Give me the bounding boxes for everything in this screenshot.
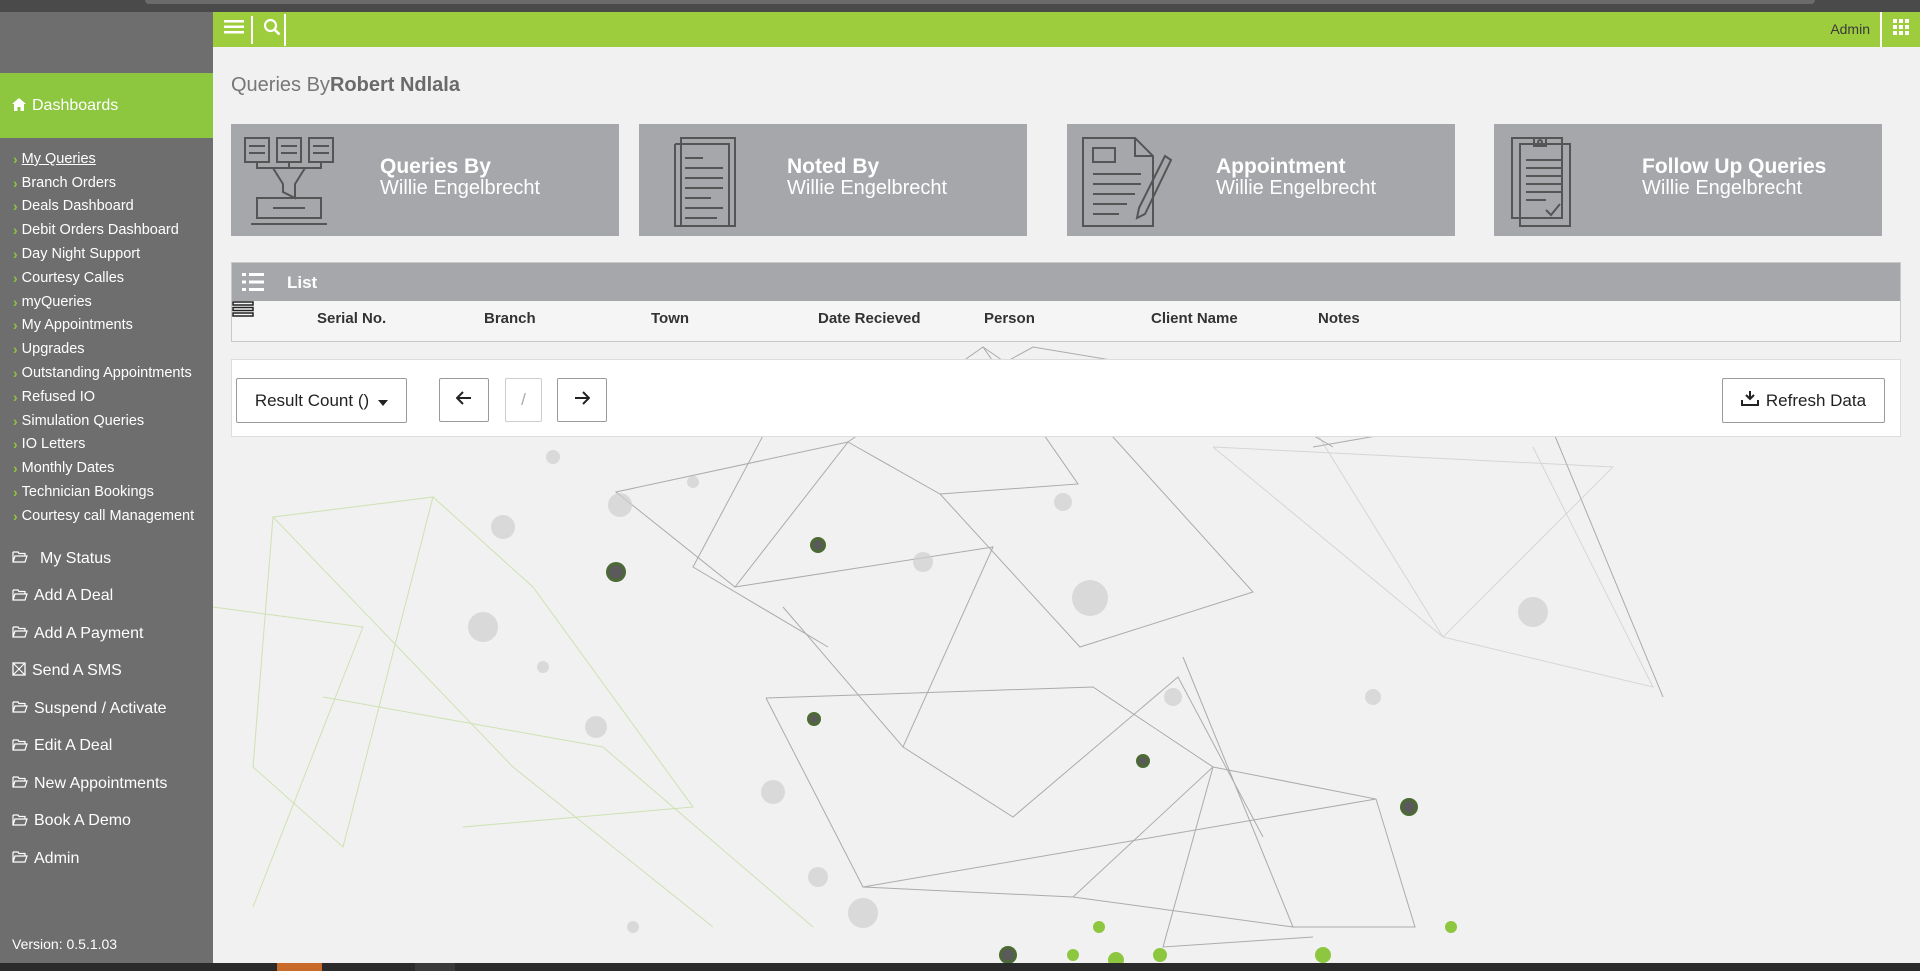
sidebar-item-myqueries[interactable]: › myQueries — [0, 290, 213, 314]
card-follow-up-queries[interactable]: Follow Up Queries Willie Engelbrecht — [1494, 124, 1882, 236]
chevron-right-icon: › — [13, 388, 18, 405]
chevron-right-icon: › — [13, 150, 18, 167]
card-appointment[interactable]: Appointment Willie Engelbrecht — [1067, 124, 1455, 236]
menu-admin[interactable]: Admin — [0, 840, 213, 878]
refresh-data-button[interactable]: Refresh Data — [1722, 378, 1885, 423]
hamburger-icon — [224, 19, 244, 40]
page-indicator: / — [505, 378, 542, 422]
menu-toggle-button[interactable] — [217, 12, 251, 47]
search-icon — [263, 18, 281, 41]
folder-open-icon — [12, 850, 28, 867]
caret-down-icon — [378, 391, 389, 411]
sidebar-item-upgrades[interactable]: › Upgrades — [0, 337, 213, 361]
folder-open-icon — [12, 700, 28, 717]
chevron-right-icon: › — [13, 174, 18, 191]
menu-send-a-sms[interactable]: Send A SMS — [0, 653, 213, 691]
download-tray-icon — [1740, 390, 1759, 411]
chevron-right-icon: › — [13, 365, 18, 382]
folder-open-icon — [12, 550, 28, 567]
document-icon — [651, 136, 749, 228]
dashboards-button[interactable]: Dashboards — [0, 73, 213, 138]
chevron-right-icon: › — [13, 198, 18, 215]
sidebar-item-simulation-queries[interactable]: › Simulation Queries — [0, 409, 213, 433]
sidebar-item-day-night-support[interactable]: › Day Night Support — [0, 242, 213, 266]
menu-book-a-demo[interactable]: Book A Demo — [0, 803, 213, 841]
chevron-right-icon: › — [13, 246, 18, 263]
chevron-right-icon: › — [13, 507, 18, 524]
pagination-bar: Result Count () / Refresh Data — [231, 359, 1901, 437]
sidebar-item-courtesy-call-management[interactable]: › Courtesy call Management — [0, 504, 213, 528]
menu-add-a-payment[interactable]: Add A Payment — [0, 615, 213, 653]
folder-open-icon — [12, 738, 28, 755]
folder-open-icon — [12, 625, 28, 642]
column-toggle-icon[interactable] — [232, 301, 254, 322]
sidebar-item-deals-dashboard[interactable]: › Deals Dashboard — [0, 195, 213, 219]
chevron-right-icon: › — [13, 341, 18, 358]
next-page-button[interactable] — [557, 378, 607, 422]
topbar-divider — [284, 14, 286, 46]
funnel-filter-icon — [243, 136, 341, 228]
list-panel: List Serial No. Branch Town Date Recieve… — [231, 262, 1901, 342]
sidebar-item-branch-orders[interactable]: › Branch Orders — [0, 171, 213, 195]
result-count-dropdown[interactable]: Result Count () — [236, 378, 407, 423]
chevron-right-icon: › — [13, 412, 18, 429]
sidebar-item-my-queries[interactable]: › My Queries — [0, 147, 213, 171]
user-menu[interactable]: Admin — [1830, 21, 1870, 37]
grid-icon — [1893, 19, 1909, 40]
sidebar: Dashboards › My Queries › Branch Orders › D… — [0, 12, 213, 963]
chevron-right-icon: › — [13, 436, 18, 453]
column-header[interactable]: Date Recieved — [818, 310, 921, 327]
column-header[interactable]: Town — [651, 310, 689, 327]
folder-open-icon — [12, 588, 28, 605]
version-label: Version: 0.5.1.03 — [12, 936, 118, 952]
prev-page-button[interactable] — [439, 378, 489, 422]
contract-pen-icon — [1079, 136, 1177, 228]
home-icon — [12, 97, 26, 114]
page-title: Queries ByRobert Ndlala — [231, 74, 460, 96]
apps-button[interactable] — [1880, 12, 1920, 47]
sidebar-item-monthly-dates[interactable]: › Monthly Dates — [0, 456, 213, 480]
menu-edit-a-deal[interactable]: Edit A Deal — [0, 728, 213, 766]
dashboard-submenu: › My Queries › Branch Orders › Deals Dashbo… — [0, 147, 213, 528]
menu-my-status[interactable]: My Status — [0, 540, 213, 578]
chevron-right-icon: › — [13, 222, 18, 239]
sms-icon — [12, 662, 26, 680]
sidebar-item-outstanding-appointments[interactable]: › Outstanding Appointments — [0, 361, 213, 385]
clipboard-check-icon — [1506, 136, 1604, 228]
taskbar-strip — [0, 963, 1920, 971]
card-queries-by[interactable]: Queries By Willie Engelbrecht — [231, 124, 619, 236]
dashboards-label: Dashboards — [32, 96, 119, 114]
chevron-right-icon: › — [13, 269, 18, 286]
column-header[interactable]: Person — [984, 310, 1035, 327]
sidebar-item-my-appointments[interactable]: › My Appointments — [0, 314, 213, 338]
folder-open-icon — [12, 813, 28, 830]
chevron-right-icon: › — [13, 484, 18, 501]
arrow-right-icon — [574, 390, 591, 410]
list-title: List — [287, 273, 318, 292]
column-header[interactable]: Branch — [484, 310, 536, 327]
folder-open-icon — [12, 775, 28, 792]
arrow-left-icon — [455, 390, 472, 410]
top-bar: Admin — [213, 12, 1920, 47]
sidebar-item-technician-bookings[interactable]: › Technician Bookings — [0, 480, 213, 504]
list-header: List — [232, 263, 1900, 301]
list-icon — [242, 272, 264, 297]
column-header[interactable]: Client Name — [1151, 310, 1238, 327]
chevron-right-icon: › — [13, 317, 18, 334]
topbar-divider — [251, 16, 253, 44]
column-header[interactable]: Notes — [1318, 310, 1360, 327]
menu-add-a-deal[interactable]: Add A Deal — [0, 578, 213, 616]
menu-new-appointments[interactable]: New Appointments — [0, 765, 213, 803]
card-noted-by[interactable]: Noted By Willie Engelbrecht — [639, 124, 1027, 236]
browser-top-strip — [0, 0, 1920, 12]
menu-suspend-activate[interactable]: Suspend / Activate — [0, 690, 213, 728]
main-menu: My Status Add A Deal Add A Payment Send … — [0, 540, 213, 878]
chevron-right-icon: › — [13, 293, 18, 310]
sidebar-item-io-letters[interactable]: › IO Letters — [0, 433, 213, 457]
chevron-right-icon: › — [13, 460, 18, 477]
sidebar-item-refused-io[interactable]: › Refused IO — [0, 385, 213, 409]
sidebar-item-courtesy-calles[interactable]: › Courtesy Calles — [0, 266, 213, 290]
sidebar-item-debit-orders-dashboard[interactable]: › Debit Orders Dashboard — [0, 218, 213, 242]
column-header[interactable]: Serial No. — [317, 310, 386, 327]
